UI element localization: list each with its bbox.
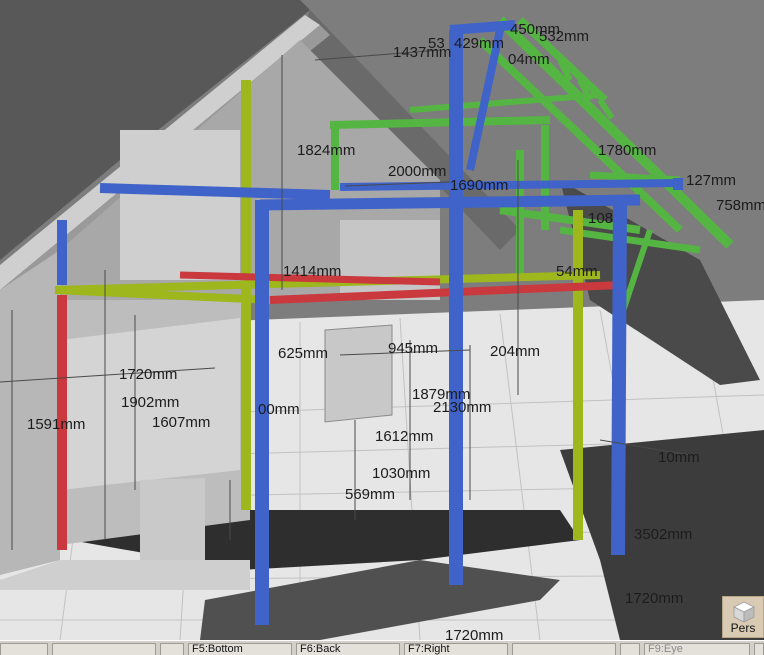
function-key-eye[interactable]: F9:Eye (644, 643, 750, 655)
dimension-label[interactable]: 1030mm (372, 466, 430, 482)
function-key-button[interactable] (754, 643, 764, 655)
function-key-button[interactable] (160, 643, 184, 655)
view-cube[interactable]: Pers (722, 596, 764, 638)
dimension-label[interactable]: 1612mm (375, 429, 433, 445)
function-key-bar: F5:Bottom F6:Back F7:Right F9:Eye (0, 640, 764, 655)
dimension-label[interactable]: 10mm (658, 450, 700, 466)
dimension-label[interactable]: 429mm (454, 36, 504, 52)
scene-canvas[interactable] (0, 0, 764, 640)
dimension-label[interactable]: 1780mm (598, 143, 656, 159)
dimension-label[interactable]: 625mm (278, 346, 328, 362)
dimension-label[interactable]: 127mm (686, 173, 736, 189)
function-key-button[interactable] (620, 643, 640, 655)
function-key-back[interactable]: F6:Back (296, 643, 400, 655)
dimension-label[interactable]: 204mm (490, 344, 540, 360)
function-key-button[interactable] (512, 643, 616, 655)
dimension-label[interactable]: 108 (588, 211, 613, 227)
function-key-bottom[interactable]: F5:Bottom (188, 643, 292, 655)
dimension-label[interactable]: 1607mm (152, 415, 210, 431)
dimension-label[interactable]: 1824mm (297, 143, 355, 159)
dimension-label[interactable]: 04mm (508, 52, 550, 68)
dimension-label[interactable]: 945mm (388, 341, 438, 357)
dimension-label[interactable]: 532mm (539, 29, 589, 45)
dimension-label[interactable]: 758mm (716, 198, 764, 214)
dimension-label[interactable]: 1902mm (121, 395, 179, 411)
dimension-label[interactable]: 1591mm (27, 417, 85, 433)
3d-viewport[interactable]: 53 429mm 450mm 532mm 1437mm 04mm 1824mm … (0, 0, 764, 640)
function-key-button[interactable] (52, 643, 156, 655)
dimension-label[interactable]: 569mm (345, 487, 395, 503)
dimension-label[interactable]: 2000mm (388, 164, 446, 180)
function-key-right[interactable]: F7:Right (404, 643, 508, 655)
dimension-label[interactable]: 00mm (258, 402, 300, 418)
center-panel (324, 324, 393, 423)
dimension-label[interactable]: 1720mm (625, 591, 683, 607)
dimension-label[interactable]: 3502mm (634, 527, 692, 543)
dimension-label[interactable]: 1720mm (119, 367, 177, 383)
dimension-label[interactable]: 1720mm (445, 628, 503, 641)
dimension-label[interactable]: 1437mm (393, 45, 451, 61)
view-mode-label: Pers (730, 621, 756, 635)
dimension-label[interactable]: 2130mm (433, 400, 491, 416)
dimension-label[interactable]: 1690mm (450, 178, 508, 194)
function-key-button[interactable] (0, 643, 48, 655)
dimension-label[interactable]: 1414mm (283, 264, 341, 280)
dimension-label[interactable]: 54mm (556, 264, 598, 280)
